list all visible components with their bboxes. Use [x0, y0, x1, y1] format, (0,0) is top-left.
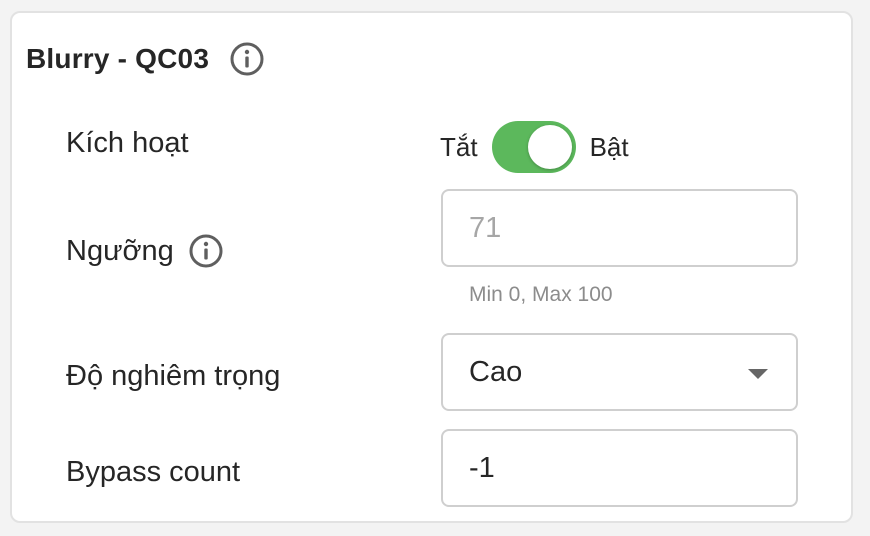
bypass-count-label: Bypass count: [66, 456, 241, 488]
card-header: Blurry - QC03: [26, 41, 265, 77]
severity-select[interactable]: Cao: [441, 333, 798, 411]
bypass-count-input[interactable]: [469, 451, 769, 485]
severity-label: Độ nghiêm trọng: [66, 360, 281, 392]
threshold-hint: Min 0, Max 100: [469, 283, 613, 306]
activate-toggle-group: Tắt Bật: [440, 121, 629, 173]
severity-selected-value: Cao: [469, 355, 523, 388]
info-icon[interactable]: [229, 41, 265, 77]
settings-card: Blurry - QC03 Kích hoạt Tắt Bật Ngưỡng 7…: [10, 11, 853, 523]
caret-down-icon: [748, 369, 768, 379]
threshold-label: Ngưỡng: [66, 234, 174, 267]
activate-label: Kích hoạt: [66, 127, 189, 159]
toggle-off-label: Tắt: [440, 131, 478, 162]
bypass-count-input-box: [441, 429, 798, 507]
toggle-knob: [527, 125, 572, 169]
activate-toggle-switch[interactable]: [491, 121, 576, 173]
toggle-on-label: Bật: [589, 131, 629, 162]
threshold-input-box: [441, 189, 798, 267]
info-icon[interactable]: [188, 233, 224, 269]
threshold-input[interactable]: [469, 211, 769, 245]
card-title: Blurry - QC03: [26, 43, 210, 74]
threshold-label-row: Ngưỡng: [66, 233, 224, 269]
